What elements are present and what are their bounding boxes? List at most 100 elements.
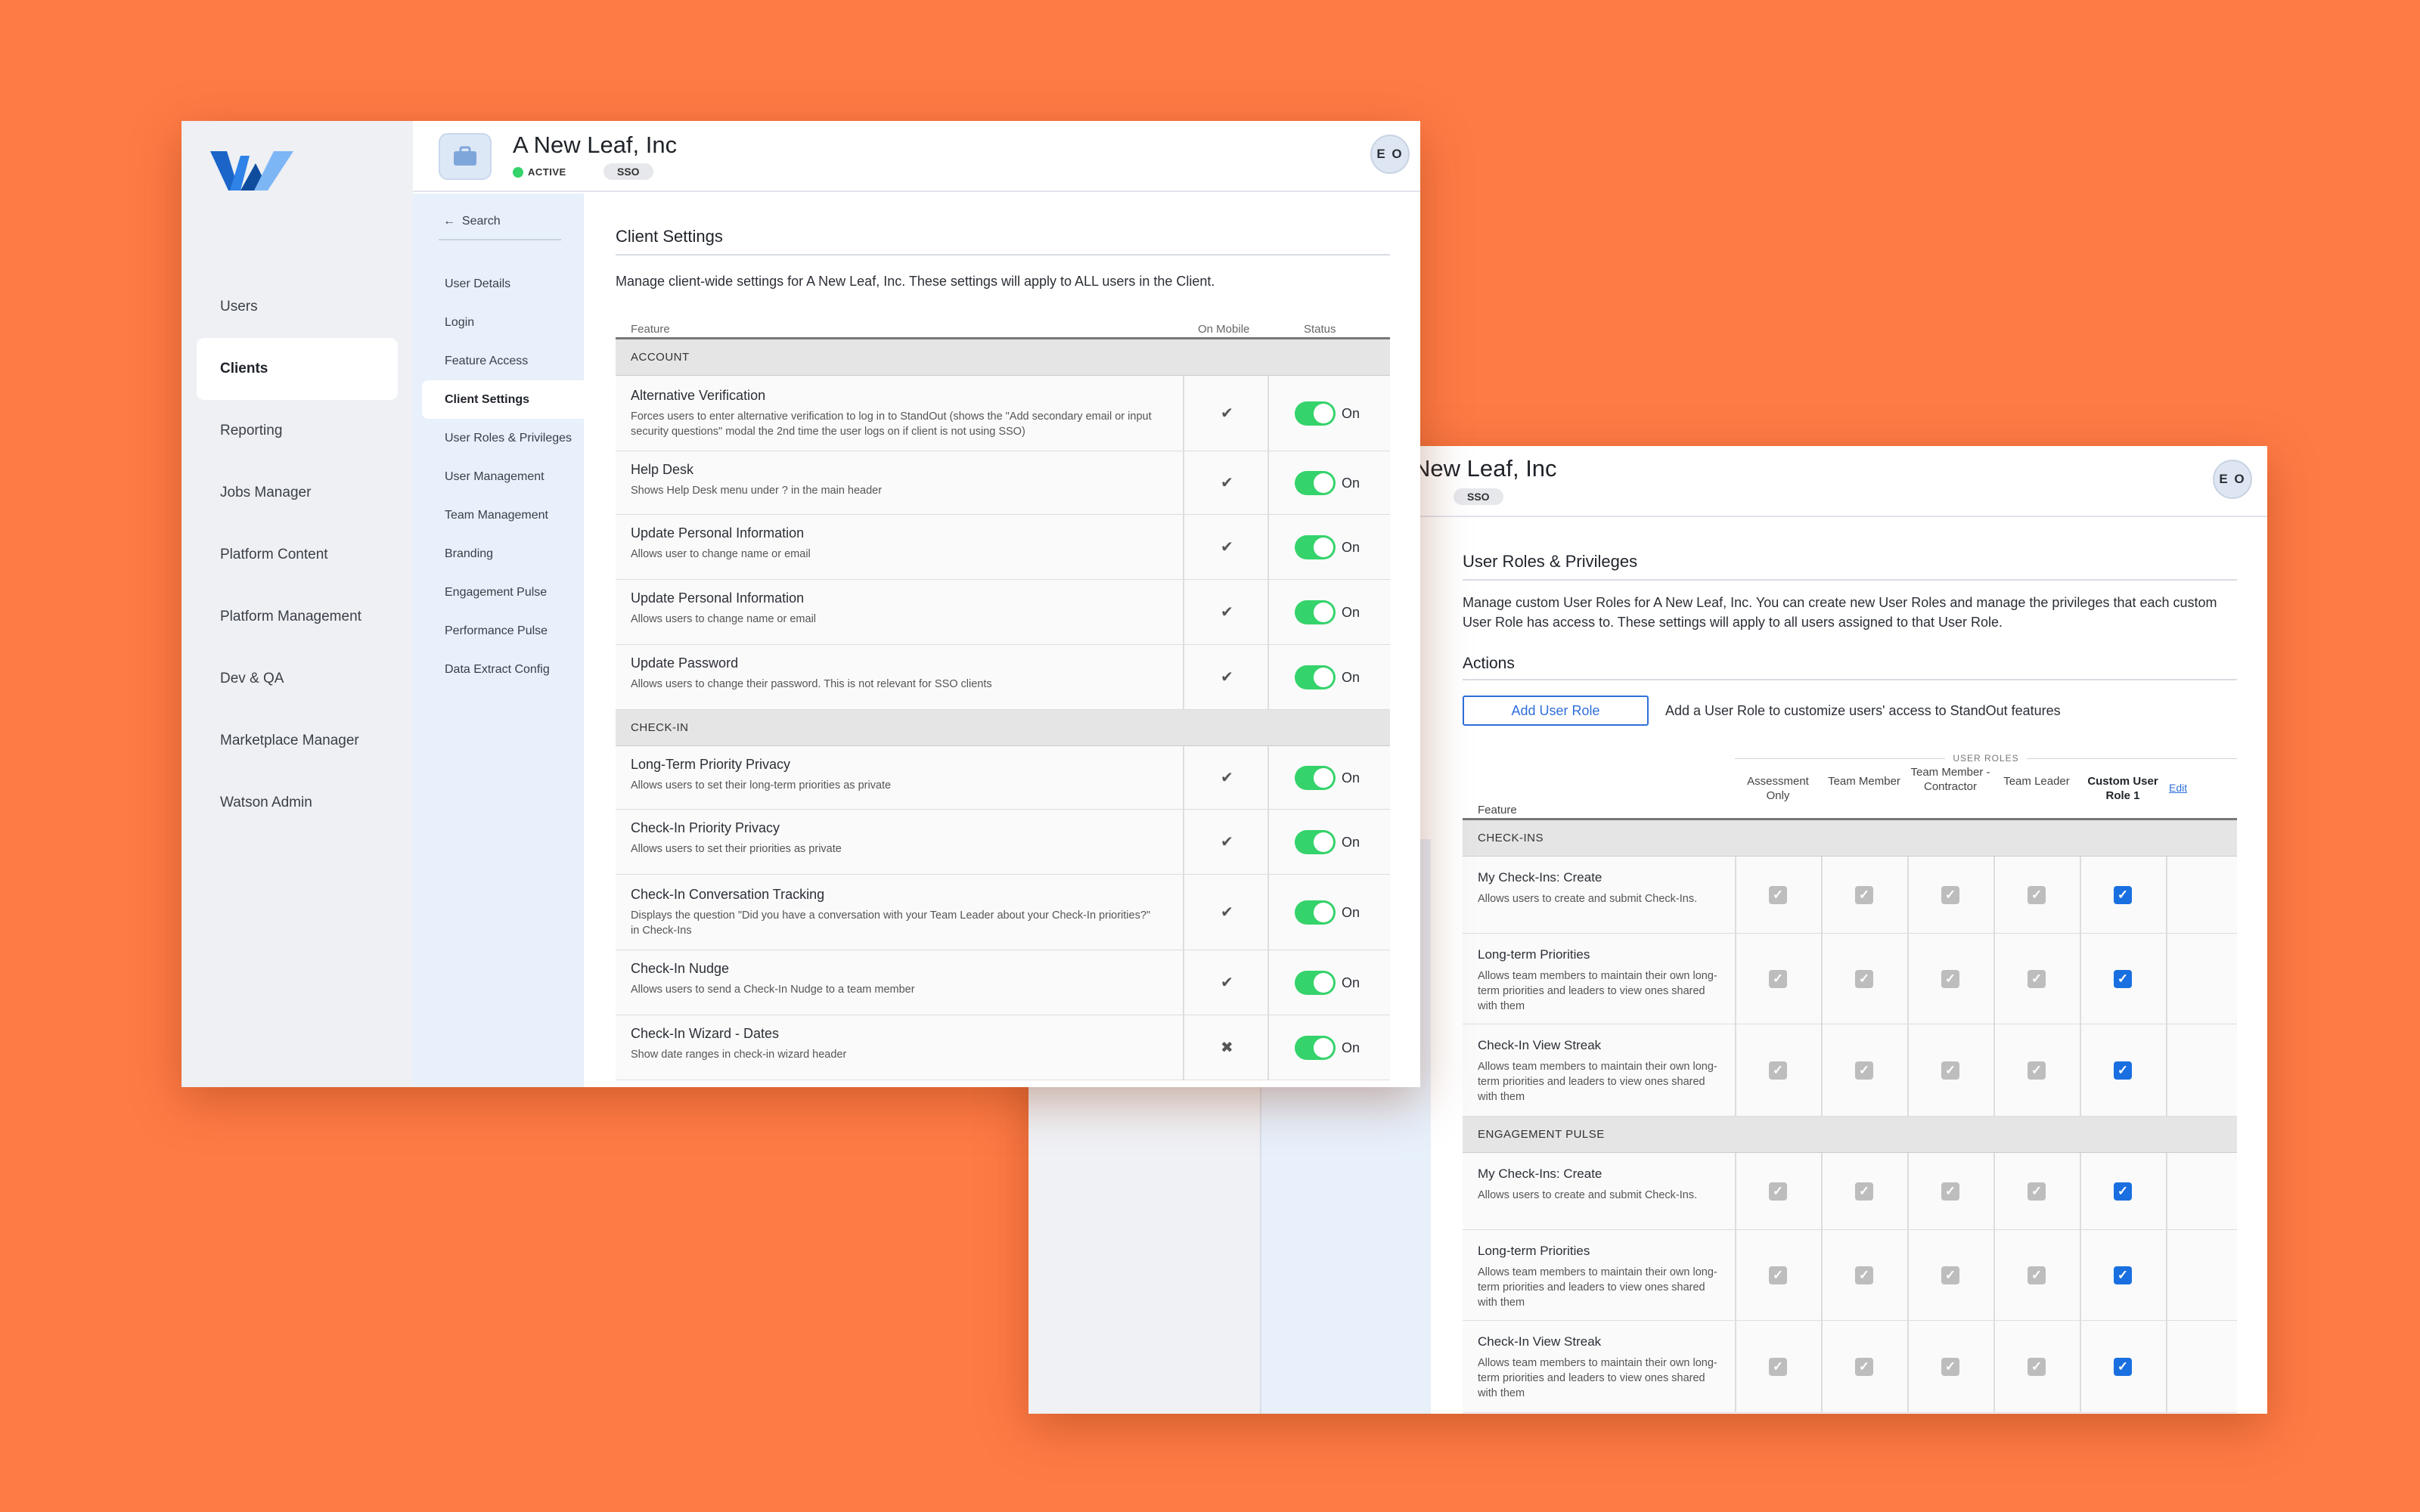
- subnav-item-user-details[interactable]: User Details: [413, 265, 584, 303]
- subnav-item-user-roles-privileges[interactable]: User Roles & Privileges: [413, 419, 584, 457]
- role-checkbox-assessment-only[interactable]: ✓: [1769, 1182, 1787, 1201]
- table-header: Feature On Mobile Status: [616, 323, 1390, 339]
- status-toggle[interactable]: [1295, 900, 1336, 925]
- nav-item-jobs-manager[interactable]: Jobs Manager: [197, 462, 398, 524]
- client-settings-content: Client Settings Manage client-wide setti…: [616, 227, 1390, 1080]
- nav-item-clients[interactable]: Clients: [197, 338, 398, 400]
- column-divider: [1821, 934, 1823, 1024]
- role-checkbox-custom-user-role-1[interactable]: ✓: [2114, 1266, 2132, 1284]
- add-user-role-button[interactable]: Add User Role: [1463, 696, 1649, 726]
- setting-row: Alternative Verification Forces users to …: [616, 376, 1390, 451]
- sso-badge: SSO: [603, 163, 653, 180]
- column-divider: [1267, 950, 1269, 1015]
- edit-role-link[interactable]: Edit: [2169, 782, 2187, 794]
- setting-title: Check-In Wizard - Dates: [631, 1026, 780, 1041]
- back-link[interactable]: ← Search: [443, 215, 501, 228]
- role-checkbox-team-leader[interactable]: ✓: [2028, 1266, 2046, 1284]
- active-dot-icon: [513, 166, 523, 178]
- role-checkbox-team-member-contractor[interactable]: ✓: [1941, 970, 1959, 988]
- role-checkbox-team-member[interactable]: ✓: [1855, 886, 1873, 904]
- role-checkbox-team-member[interactable]: ✓: [1855, 970, 1873, 988]
- status-badge: ACTIVE: [513, 166, 566, 178]
- role-checkbox-assessment-only[interactable]: ✓: [1769, 970, 1787, 988]
- status-toggle[interactable]: [1295, 471, 1336, 495]
- status-toggle[interactable]: [1295, 535, 1336, 559]
- nav-item-platform-management[interactable]: Platform Management: [197, 586, 398, 648]
- role-checkbox-custom-user-role-1[interactable]: ✓: [2114, 1182, 2132, 1201]
- subnav-item-engagement-pulse[interactable]: Engagement Pulse: [413, 573, 584, 612]
- role-checkbox-custom-user-role-1[interactable]: ✓: [2114, 1061, 2132, 1080]
- role-checkbox-assessment-only[interactable]: ✓: [1769, 1266, 1787, 1284]
- column-divider: [2080, 934, 2081, 1024]
- column-divider: [1267, 645, 1269, 709]
- setting-row: Update Personal Information Allows user t…: [616, 515, 1390, 580]
- role-checkbox-team-leader[interactable]: ✓: [2028, 886, 2046, 904]
- column-divider: [2166, 1230, 2167, 1320]
- role-checkbox-team-member-contractor[interactable]: ✓: [1941, 1266, 1959, 1284]
- subnav-item-team-management[interactable]: Team Management: [413, 496, 584, 534]
- avatar[interactable]: E O: [2213, 460, 2252, 499]
- nav-item-marketplace-manager[interactable]: Marketplace Manager: [197, 710, 398, 772]
- role-checkbox-assessment-only[interactable]: ✓: [1769, 1358, 1787, 1376]
- role-checkbox-team-member[interactable]: ✓: [1855, 1266, 1873, 1284]
- privilege-description: Allows users to create and submit Check-…: [1478, 1189, 1698, 1201]
- role-checkbox-custom-user-role-1[interactable]: ✓: [2114, 1358, 2132, 1376]
- subnav-item-performance-pulse[interactable]: Performance Pulse: [413, 612, 584, 650]
- role-checkbox-team-member[interactable]: ✓: [1855, 1061, 1873, 1080]
- column-divider: [1993, 1024, 1995, 1116]
- nav-item-watson-admin[interactable]: Watson Admin: [197, 772, 398, 834]
- role-checkbox-team-member-contractor[interactable]: ✓: [1941, 1061, 1959, 1080]
- role-checkbox-team-leader[interactable]: ✓: [2028, 1182, 2046, 1201]
- role-checkbox-team-member-contractor[interactable]: ✓: [1941, 886, 1959, 904]
- role-checkbox-team-member-contractor[interactable]: ✓: [1941, 1182, 1959, 1201]
- role-checkbox-team-member-contractor[interactable]: ✓: [1941, 1358, 1959, 1376]
- status-toggle[interactable]: [1295, 401, 1336, 426]
- setting-description: Allows users to change their password. T…: [631, 678, 992, 690]
- setting-description: Allows users to change name or email: [631, 613, 817, 625]
- subnav-item-data-extract-config[interactable]: Data Extract Config: [413, 650, 584, 689]
- mobile-col-header: On Mobile: [1198, 323, 1250, 336]
- nav-item-platform-content[interactable]: Platform Content: [197, 524, 398, 586]
- subnav-item-client-settings[interactable]: Client Settings: [422, 380, 584, 419]
- status-toggle[interactable]: [1295, 600, 1336, 624]
- setting-row: Help Desk Shows Help Desk menu under ? in…: [616, 451, 1390, 515]
- column-divider: [1735, 1153, 1736, 1229]
- setting-title: Check-In Conversation Tracking: [631, 887, 825, 902]
- setting-row: Check-In Nudge Allows users to send a Che…: [616, 950, 1390, 1015]
- status-toggle[interactable]: [1295, 971, 1336, 995]
- check-icon: ✔: [1221, 669, 1233, 686]
- role-checkbox-team-member[interactable]: ✓: [1855, 1182, 1873, 1201]
- status-toggle[interactable]: [1295, 1036, 1336, 1060]
- role-checkbox-custom-user-role-1[interactable]: ✓: [2114, 970, 2132, 988]
- privilege-title: Check-In View Streak: [1478, 1038, 1602, 1052]
- column-divider: [1267, 451, 1269, 514]
- subnav-item-feature-access[interactable]: Feature Access: [413, 342, 584, 380]
- role-checkbox-assessment-only[interactable]: ✓: [1769, 1061, 1787, 1080]
- nav-item-dev-qa[interactable]: Dev & QA: [197, 648, 398, 710]
- nav-item-users[interactable]: Users: [197, 276, 398, 338]
- column-divider: [1821, 1153, 1823, 1229]
- briefcase-icon: [439, 133, 492, 180]
- role-checkbox-team-member[interactable]: ✓: [1855, 1358, 1873, 1376]
- role-checkbox-team-leader[interactable]: ✓: [2028, 1061, 2046, 1080]
- status-label: On: [1342, 770, 1360, 785]
- subnav-item-user-management[interactable]: User Management: [413, 457, 584, 496]
- subnav-item-login[interactable]: Login: [413, 303, 584, 342]
- column-divider: [2166, 934, 2167, 1024]
- role-checkbox-team-leader[interactable]: ✓: [2028, 970, 2046, 988]
- nav-item-reporting[interactable]: Reporting: [197, 400, 398, 462]
- column-divider: [1267, 515, 1269, 579]
- status-toggle[interactable]: [1295, 766, 1336, 790]
- section-title: Client Settings: [616, 227, 1390, 256]
- role-checkbox-custom-user-role-1[interactable]: ✓: [2114, 886, 2132, 904]
- column-divider: [1735, 1230, 1736, 1320]
- setting-description: Allows users to set their long-term prio…: [631, 779, 892, 792]
- status-label: On: [1342, 605, 1360, 620]
- status-toggle[interactable]: [1295, 665, 1336, 689]
- avatar[interactable]: E O: [1370, 135, 1410, 174]
- status-toggle[interactable]: [1295, 830, 1336, 854]
- subnav-item-branding[interactable]: Branding: [413, 534, 584, 573]
- role-checkbox-assessment-only[interactable]: ✓: [1769, 886, 1787, 904]
- role-checkbox-team-leader[interactable]: ✓: [2028, 1358, 2046, 1376]
- setting-row: Long-Term Priority Privacy Allows users t…: [616, 746, 1390, 810]
